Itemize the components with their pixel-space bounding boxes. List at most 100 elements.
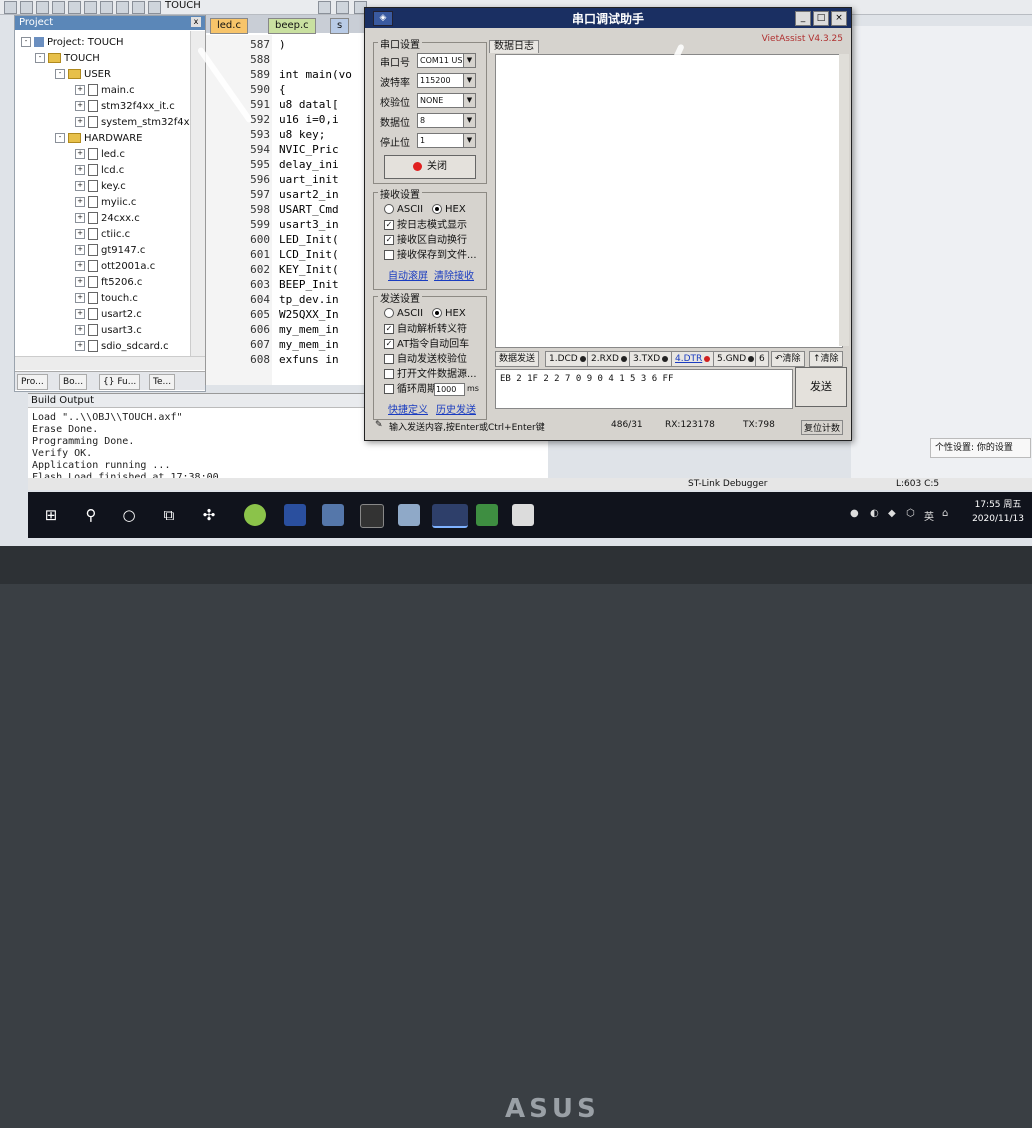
tray-icon[interactable]: ● [850,508,859,519]
network-icon[interactable]: ⌂ [942,508,948,519]
cycle-period-input[interactable]: 1000 [434,383,465,396]
send-hex-radio[interactable]: HEX [432,307,466,320]
tab-led-c[interactable]: led.c [210,18,248,34]
tab-data-send[interactable]: 数据发送 [495,351,540,367]
data-log-tab[interactable]: 数据日志 [489,40,539,53]
tree-file[interactable]: + gt9147.c [75,244,145,258]
auto-scroll-link[interactable]: 自动滚屏 [388,267,428,282]
pin-dtr[interactable]: 4.DTR [671,351,715,367]
escape-parse-checkbox[interactable]: ✓ 自动解析转义符 [384,323,467,336]
serial-assistant-taskbar-icon[interactable] [432,504,468,528]
data-log-area[interactable] [495,54,843,348]
keil-icon[interactable] [284,504,306,526]
toolbar-icon[interactable] [148,1,161,14]
pin-gnd[interactable]: 5.GND [713,351,759,367]
tray-icon[interactable]: ◐ [870,508,879,519]
clear-receive-link[interactable]: 清除接收 [434,267,474,282]
tree-file[interactable]: + touch.c [75,292,138,306]
send-button[interactable]: 发送 [795,367,847,407]
calculator-icon[interactable] [512,504,534,526]
tab-books[interactable]: Bo... [59,374,88,390]
tree-file[interactable]: + myiic.c [75,196,136,210]
tree-file[interactable]: + led.c [75,148,125,162]
app-menu-icon[interactable]: ◈ [373,11,393,26]
windows-start-icon[interactable]: ⊞ [42,506,60,524]
databits-select[interactable]: 8 ▼ [417,113,476,128]
toolbar-icon[interactable] [132,1,145,14]
minimize-icon[interactable]: _ [795,11,811,26]
toolbar-icon[interactable] [336,1,349,14]
toolbar-icon[interactable] [68,1,81,14]
pin-6[interactable]: 6 [755,351,769,367]
tree-file[interactable]: + main.c [75,84,135,98]
clock[interactable]: 17:55 周五 2020/11/13 [968,498,1028,526]
toolbar-icon[interactable] [116,1,129,14]
toolbar-icon[interactable] [318,1,331,14]
send-ascii-radio[interactable]: ASCII [384,307,423,320]
auto-checksum-checkbox[interactable]: 自动发送校验位 [384,353,467,366]
stopbits-select[interactable]: 1 ▼ [417,133,476,148]
toolbar-icon[interactable] [52,1,65,14]
tab-s[interactable]: s [330,18,350,34]
horizontal-scrollbar[interactable] [15,356,205,370]
excel-like-icon[interactable] [476,504,498,526]
tab-beep-c[interactable]: beep.c [268,18,316,34]
tree-root[interactable]: - Project: TOUCH [21,36,124,50]
tray-icon[interactable]: ⬡ [906,508,915,519]
tree-file[interactable]: + system_stm32f4xx [75,116,195,130]
task-view-icon[interactable]: ⧉ [160,506,178,524]
toolbar-icon[interactable] [20,1,33,14]
baud-select[interactable]: 115200 ▼ [417,73,476,88]
cycle-checkbox[interactable]: 循环周期 [384,383,437,396]
recv-autowrap-checkbox[interactable]: ✓ 接收区自动换行 [384,234,467,247]
tab-templates[interactable]: Te... [149,374,176,390]
search-icon[interactable]: ⚲ [82,506,100,524]
port-select[interactable]: COM11 USB ▼ [417,53,476,68]
file-source-checkbox[interactable]: 打开文件数据源... [384,368,477,381]
toolbar-icon[interactable] [100,1,113,14]
clear-send-button[interactable]: ↶清除 [771,351,805,367]
cortana-icon[interactable]: ○ [120,506,138,524]
close-port-button[interactable]: 关闭 [384,155,476,179]
toolbar-icon[interactable] [36,1,49,14]
tree-file[interactable]: + sdio_sdcard.c [75,340,169,354]
clear-all-button[interactable]: ↑清除 [809,351,843,367]
toolbar-icon[interactable] [4,1,17,14]
send-input[interactable]: EB 2 1F 2 2 7 0 9 0 4 1 5 3 6 FF [495,369,793,409]
tree-file[interactable]: + usart3.c [75,324,142,338]
vertical-scrollbar[interactable] [190,31,205,356]
tab-functions[interactable]: {} Fu... [99,374,141,390]
terminal-icon[interactable] [360,504,384,528]
recv-save-file-checkbox[interactable]: 接收保存到文件... [384,249,477,262]
maximize-icon[interactable]: □ [813,11,829,26]
log-scrollbar[interactable] [839,54,849,346]
ime-indicator[interactable]: 英 [924,508,934,523]
pin-rxd[interactable]: 2.RXD [587,351,631,367]
at-auto-enter-checkbox[interactable]: ✓ AT指令自动回车 [384,338,469,351]
tree-file[interactable]: + ft5206.c [75,276,142,290]
quick-define-link[interactable]: 快捷定义 [388,401,428,416]
reset-count-button[interactable]: 复位计数 [801,420,844,435]
tree-file[interactable]: + key.c [75,180,126,194]
tree-file[interactable]: + ctiic.c [75,228,130,242]
browser-icon[interactable] [244,504,266,526]
tree-file[interactable]: + lcd.c [75,164,124,178]
parity-select[interactable]: NONE ▼ [417,93,476,108]
tree-file[interactable]: + stm32f4xx_it.c [75,100,175,114]
tab-project[interactable]: Pro... [17,374,48,390]
tree-file[interactable]: + ott2001a.c [75,260,155,274]
tree-file[interactable]: + usart2.c [75,308,142,322]
toolbar-icon[interactable] [84,1,97,14]
send-history-link[interactable]: 历史发送 [436,401,476,416]
recv-log-mode-checkbox[interactable]: ✓ 按日志模式显示 [384,219,467,232]
code-editor[interactable]: led.c beep.c s 587) 588 589 int main(vo 590{… [205,15,371,385]
notepad-icon[interactable] [398,504,420,526]
recv-ascii-radio[interactable]: ASCII [384,203,423,216]
target-select[interactable]: TOUCH [165,0,201,11]
tree-target[interactable]: - TOUCH [35,52,100,66]
pin-txd[interactable]: 3.TXD [629,351,673,367]
tree-group[interactable]: - HARDWARE [55,132,142,146]
close-icon[interactable]: x [191,17,201,27]
app-icon[interactable] [322,504,344,526]
tree-file[interactable]: +24cxx.c [75,212,140,226]
